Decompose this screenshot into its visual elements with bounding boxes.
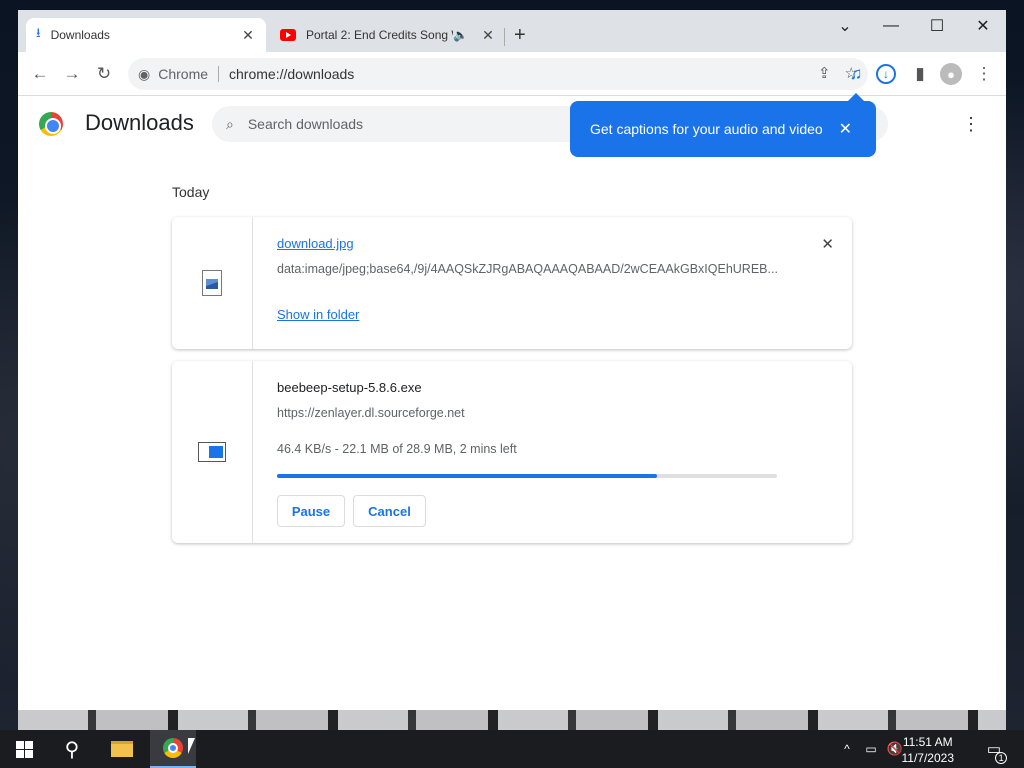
profile-avatar-icon[interactable]: ● xyxy=(940,63,962,85)
forward-button[interactable]: → xyxy=(60,62,84,86)
clock-date: 11/7/2023 xyxy=(901,751,955,765)
download-progress-bar xyxy=(277,474,777,478)
file-source-url: data:image/jpeg;base64,/9j/4AAQSkZJRgABA… xyxy=(277,262,777,276)
chrome-chip: ◉ Chrome xyxy=(128,66,208,83)
reload-button[interactable]: ↻ xyxy=(92,62,116,86)
youtube-icon xyxy=(280,29,296,41)
search-icon[interactable]: ⚲ xyxy=(56,730,88,768)
clock-time: 11:51 AM xyxy=(902,735,953,749)
new-tab-button[interactable]: + xyxy=(514,24,526,47)
address-bar[interactable]: ◉ Chrome chrome://downloads ⇪ ☆ xyxy=(128,58,868,90)
cancel-button[interactable]: Cancel xyxy=(353,495,426,527)
minimize-button[interactable]: — xyxy=(868,10,914,42)
executable-file-icon xyxy=(198,442,226,462)
search-icon: ⌕ xyxy=(226,115,234,132)
chip-label: Chrome xyxy=(158,66,209,82)
download-status: 46.4 KB/s - 22.1 MB of 28.9 MB, 2 mins l… xyxy=(277,442,517,456)
chrome-logo-icon xyxy=(39,112,63,136)
close-window-button[interactable]: ✕ xyxy=(960,10,1006,42)
search-placeholder: Search downloads xyxy=(247,116,364,132)
file-name-link[interactable]: download.jpg xyxy=(277,236,354,251)
file-source-url[interactable]: https://zenlayer.dl.sourceforge.net xyxy=(277,406,465,420)
media-controls-icon[interactable]: ♫ xyxy=(844,62,868,86)
maximize-button[interactable]: ☐ xyxy=(914,10,960,42)
side-panel-icon[interactable]: ▮ xyxy=(908,62,932,86)
tab-title: Downloads xyxy=(50,28,110,42)
date-section-heading: Today xyxy=(172,184,210,200)
windows-taskbar: ⚲ ^ ▭ 🔇 11:51 AM 11/7/2023 ▭ 1 xyxy=(0,730,1024,768)
omnibox-separator xyxy=(218,66,220,82)
wallpaper-strip xyxy=(18,708,1006,732)
back-button[interactable]: ← xyxy=(28,62,52,86)
downloads-toolbar-icon[interactable]: ↓ xyxy=(876,64,896,84)
clock[interactable]: 11:51 AM 11/7/2023 xyxy=(902,734,955,766)
windows-start-icon[interactable] xyxy=(8,730,40,768)
chrome-window: ⭳ Downloads ✕ Portal 2: End Credits Song… xyxy=(18,10,1006,710)
tab-strip: ⭳ Downloads ✕ Portal 2: End Credits Song… xyxy=(18,10,1006,52)
file-icon-area xyxy=(172,217,253,349)
tab-close-icon[interactable]: ✕ xyxy=(240,27,256,44)
show-in-folder-link[interactable]: Show in folder xyxy=(277,307,359,322)
remove-download-icon[interactable]: ✕ xyxy=(821,235,834,253)
tab-youtube[interactable]: Portal 2: End Credits Song W 🔈 ✕ xyxy=(270,18,506,52)
browser-toolbar: ← → ↻ ◉ Chrome chrome://downloads ⇪ ☆ ♫ … xyxy=(18,52,1006,96)
url-text: chrome://downloads xyxy=(229,66,355,82)
page-title: Downloads xyxy=(85,110,194,135)
pause-button[interactable]: Pause xyxy=(277,495,345,527)
download-icon: ⭳ xyxy=(36,25,41,40)
progress-fill xyxy=(277,474,657,478)
file-explorer-icon[interactable] xyxy=(106,730,138,768)
tab-separator xyxy=(504,28,505,46)
network-icon[interactable]: ▭ xyxy=(862,730,880,768)
chevron-up-icon[interactable]: ^ xyxy=(838,730,856,768)
mouse-cursor xyxy=(188,738,195,754)
bubble-text: Get captions for your audio and video xyxy=(590,121,823,137)
chrome-menu-icon[interactable]: ⋮ xyxy=(972,62,996,86)
notification-count: 1 xyxy=(995,752,1008,764)
tab-search-button[interactable]: ⌄ xyxy=(822,10,868,42)
tab-title: Portal 2: End Credits Song W xyxy=(306,28,454,42)
file-icon-area xyxy=(172,361,253,543)
tab-downloads[interactable]: ⭳ Downloads ✕ xyxy=(26,18,266,52)
share-icon[interactable]: ⇪ xyxy=(818,64,831,82)
file-name: beebeep-setup-5.8.6.exe xyxy=(277,380,422,395)
chrome-info-icon: ◉ xyxy=(138,65,151,82)
notifications-icon[interactable]: ▭ 1 xyxy=(982,730,1008,768)
tab-close-icon[interactable]: ✕ xyxy=(480,27,496,44)
download-item: beebeep-setup-5.8.6.exe https://zenlayer… xyxy=(172,361,852,543)
more-actions-icon[interactable]: ⋮ xyxy=(962,114,980,135)
speaker-icon[interactable]: 🔈 xyxy=(453,28,468,42)
download-item: download.jpg data:image/jpeg;base64,/9j/… xyxy=(172,217,852,349)
image-file-icon xyxy=(202,270,222,296)
close-bubble-icon[interactable]: ✕ xyxy=(839,119,852,139)
captions-promo-bubble: Get captions for your audio and video ✕ xyxy=(570,93,876,157)
